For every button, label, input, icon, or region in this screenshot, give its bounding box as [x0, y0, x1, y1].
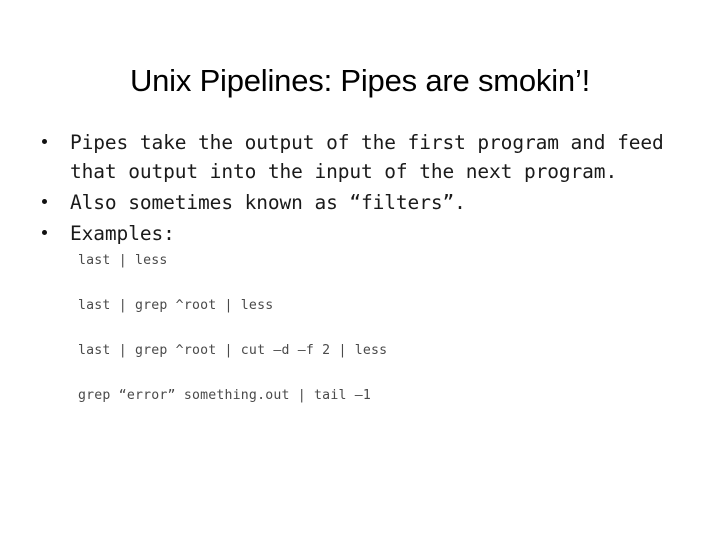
list-item: Also sometimes known as “filters”. — [36, 188, 690, 217]
bullet-text: Also sometimes known as “filters”. — [70, 191, 466, 214]
list-item: Examples: — [36, 219, 690, 248]
code-example-line: grep “error” something.out | tail –1 — [78, 388, 372, 403]
list-item: Pipes take the output of the first progr… — [36, 128, 690, 186]
code-example-line: last | grep ^root | less — [78, 298, 274, 313]
code-example-line: last | grep ^root | cut –d –f 2 | less — [78, 343, 388, 358]
bullet-dot-icon — [42, 230, 47, 235]
code-example-line: last | less — [78, 253, 168, 268]
bullet-text: Examples: — [70, 222, 175, 245]
slide: Unix Pipelines: Pipes are smokin’! Pipes… — [0, 0, 720, 540]
slide-body: Pipes take the output of the first progr… — [36, 128, 690, 432]
bullet-dot-icon — [42, 139, 47, 144]
bullet-text: Pipes take the output of the first progr… — [70, 131, 676, 183]
code-example-list: last | less last | grep ^root | less las… — [36, 252, 690, 432]
bullet-dot-icon — [42, 199, 47, 204]
page-title: Unix Pipelines: Pipes are smokin’! — [129, 62, 591, 98]
